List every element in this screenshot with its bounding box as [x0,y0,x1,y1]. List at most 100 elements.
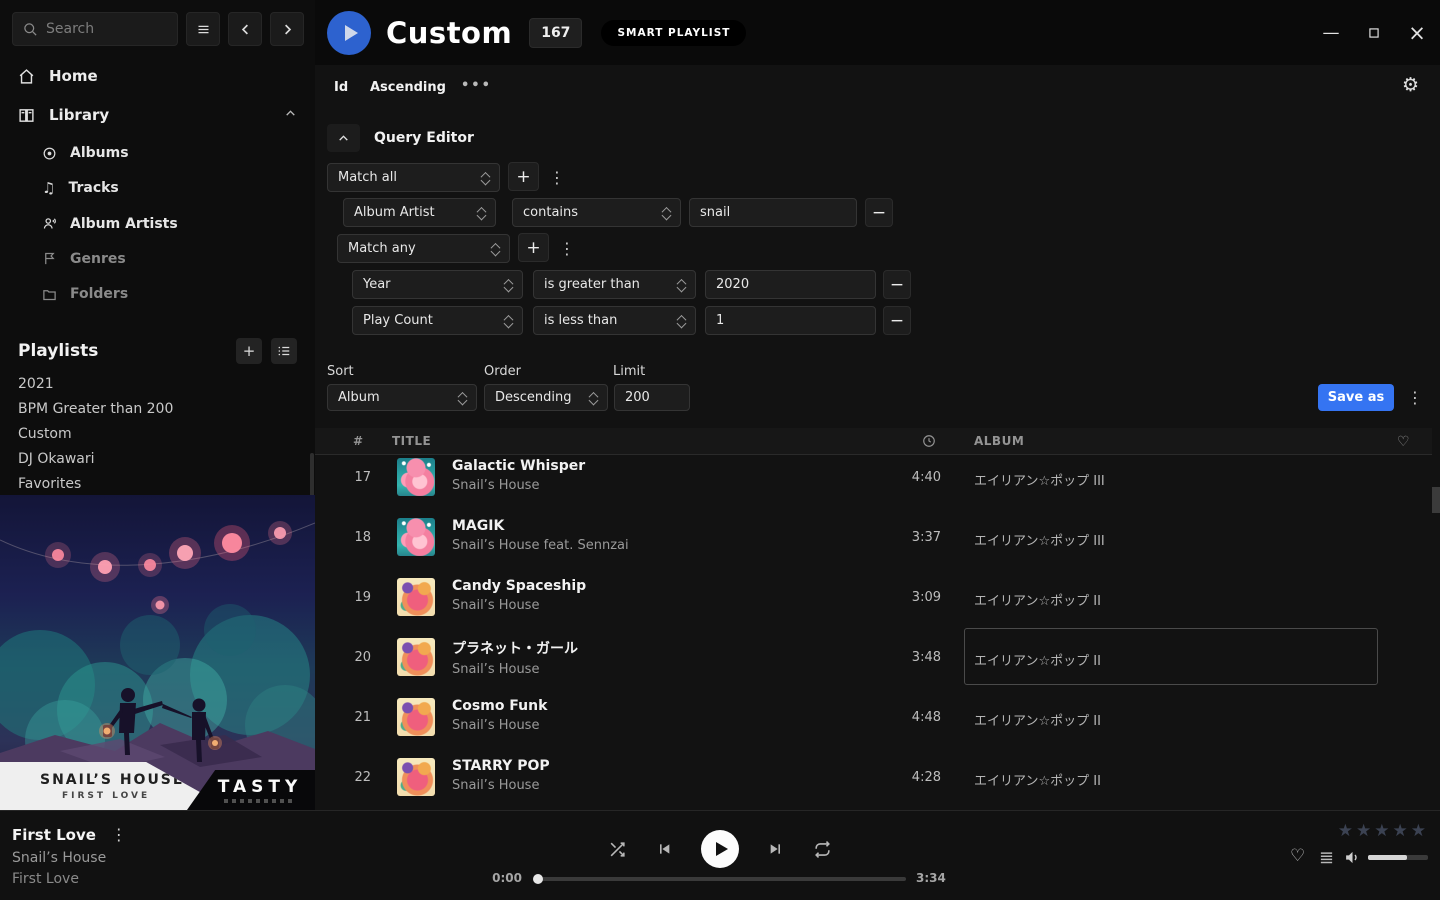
column-album[interactable]: ALBUM [974,434,1024,448]
duration-column-clock-icon[interactable] [922,434,936,451]
maximize-button[interactable] [1365,24,1383,42]
queue-button[interactable] [1319,850,1334,869]
sidebar-item-library[interactable]: Library [0,100,315,130]
track-album[interactable]: エイリアン☆ポップ III [974,530,1105,549]
library-sub-item[interactable]: ♫ Tracks [0,173,315,203]
tracklist-scrollbar[interactable] [1432,487,1440,513]
rating-star-icon[interactable]: ★ [1393,821,1408,841]
favorite-heart-icon[interactable]: ♡ [1290,848,1305,865]
track-album[interactable]: エイリアン☆ポップ II [974,650,1101,669]
player-bar: First Love ⋮ Snail’s House First Love 0:… [0,810,1440,900]
library-sub-item[interactable]: Folders [0,279,315,309]
seek-handle[interactable] [533,874,543,884]
more-options-icon[interactable]: ••• [461,78,492,93]
search-input[interactable] [46,21,167,37]
nav-back-button[interactable] [228,12,262,46]
shuffle-button[interactable] [608,840,627,859]
rating-stars[interactable]: ★★★★★ [1338,821,1426,841]
remove-rule-button-3[interactable]: − [883,306,911,335]
rule-operator-select-2[interactable]: is greater than [533,270,696,299]
table-header: # TITLE ALBUM ♡ [315,428,1432,455]
list-toolbar: Id Ascending ••• ⚙ [315,65,1440,110]
library-sub-item[interactable]: Genres [0,244,315,274]
table-row[interactable]: 18 MAGIK Snail’s House feat. Sennzai 3:3… [315,507,1432,567]
sort-direction-chip[interactable]: Ascending [370,80,446,95]
play-pause-button[interactable] [701,830,739,868]
limit-label: Limit [613,364,645,379]
rule-value-input-3[interactable] [705,306,876,335]
rating-star-icon[interactable]: ★ [1338,821,1353,841]
library-sub-item[interactable]: Album Artists [0,209,315,239]
sort-field-chip[interactable]: Id [334,80,348,95]
favorite-column-heart-icon[interactable]: ♡ [1397,434,1410,450]
library-sub-item-label: Album Artists [70,216,178,232]
match-type-select-2[interactable]: Match any [337,234,510,263]
table-row[interactable]: 20 プラネット・ガール Snail’s House 3:48 エイリアン☆ポッ… [315,627,1432,687]
table-row[interactable]: 19 Candy Spaceship Snail’s House 3:09 エイ… [315,567,1432,627]
add-playlist-button[interactable]: + [236,338,262,364]
column-title[interactable]: TITLE [392,434,431,448]
nav-forward-button[interactable] [270,12,304,46]
previous-icon [656,841,672,857]
save-options-kebab-icon[interactable]: ⋮ [1407,390,1423,406]
rule-operator-select-3[interactable]: is less than [533,306,696,335]
save-as-button[interactable]: Save as [1318,384,1394,411]
library-sub-item[interactable]: Albums [0,138,315,168]
playlist-item[interactable]: 2021 [18,371,173,396]
seek-bar[interactable] [534,877,906,881]
collapse-query-editor-button[interactable] [327,124,360,152]
volume-button[interactable] [1344,849,1361,870]
now-playing-album[interactable]: First Love [12,871,79,887]
repeat-button[interactable] [813,840,832,859]
group-2-kebab-icon[interactable]: ⋮ [559,241,575,257]
sidebar-scrollbar[interactable] [310,453,314,497]
select-updown-icon [497,279,512,291]
track-album[interactable]: エイリアン☆ポップ II [974,770,1101,789]
column-index[interactable]: # [353,434,364,448]
gear-icon[interactable]: ⚙ [1402,76,1419,95]
table-row[interactable]: 21 Cosmo Funk Snail’s House 4:48 エイリアン☆ポ… [315,687,1432,747]
sort-select[interactable]: Album [327,384,477,411]
rating-star-icon[interactable]: ★ [1356,821,1371,841]
search-box[interactable] [12,12,178,46]
playlist-list-button[interactable] [271,338,297,364]
limit-input[interactable] [614,384,690,411]
track-duration: 3:37 [881,530,941,545]
track-album[interactable]: エイリアン☆ポップ II [974,710,1101,729]
now-playing-artwork[interactable]: SNAIL’S HOUSE FIRST LOVE TASTY [0,495,315,810]
rule-value-input-1[interactable] [689,198,857,227]
menu-button[interactable] [186,12,220,46]
table-row[interactable]: 22 STARRY POP Snail’s House 4:28 エイリアン☆ポ… [315,747,1432,806]
track-title: プラネット・ガール [452,638,578,658]
next-button[interactable] [768,841,784,857]
rule-field-select-2[interactable]: Year [352,270,523,299]
track-artist: Snail’s House feat. Sennzai [452,538,629,553]
volume-slider[interactable] [1368,855,1428,860]
rule-value-input-2[interactable] [705,270,876,299]
sidebar-item-home[interactable]: Home [0,61,315,91]
group-1-kebab-icon[interactable]: ⋮ [549,170,565,186]
playlist-item[interactable]: Custom [18,421,173,446]
add-rule-button-2[interactable]: + [518,233,549,262]
add-rule-button-1[interactable]: + [508,162,539,191]
remove-rule-button-1[interactable]: − [865,198,893,227]
remove-rule-button-2[interactable]: − [883,270,911,299]
play-playlist-button[interactable] [327,11,371,55]
order-select[interactable]: Descending [484,384,608,411]
match-type-select-1[interactable]: Match all [327,163,500,192]
table-row[interactable]: 17 Galactic Whisper Snail’s House 4:40 エ… [315,456,1432,507]
minimize-button[interactable]: — [1322,24,1340,42]
rule-field-select-3[interactable]: Play Count [352,306,523,335]
track-album[interactable]: エイリアン☆ポップ II [974,590,1101,609]
collapse-library-button[interactable] [284,106,297,124]
playlist-item[interactable]: DJ Okawari [18,446,173,471]
rating-star-icon[interactable]: ★ [1411,821,1426,841]
playlist-item[interactable]: BPM Greater than 200 [18,396,173,421]
close-button[interactable]: × [1408,24,1426,42]
rating-star-icon[interactable]: ★ [1374,821,1389,841]
rule-field-select-1[interactable]: Album Artist [343,198,496,227]
track-album[interactable]: エイリアン☆ポップ III [974,470,1105,489]
playlist-item[interactable]: Favorites [18,471,173,496]
previous-button[interactable] [656,841,672,857]
rule-operator-select-1[interactable]: contains [512,198,681,227]
